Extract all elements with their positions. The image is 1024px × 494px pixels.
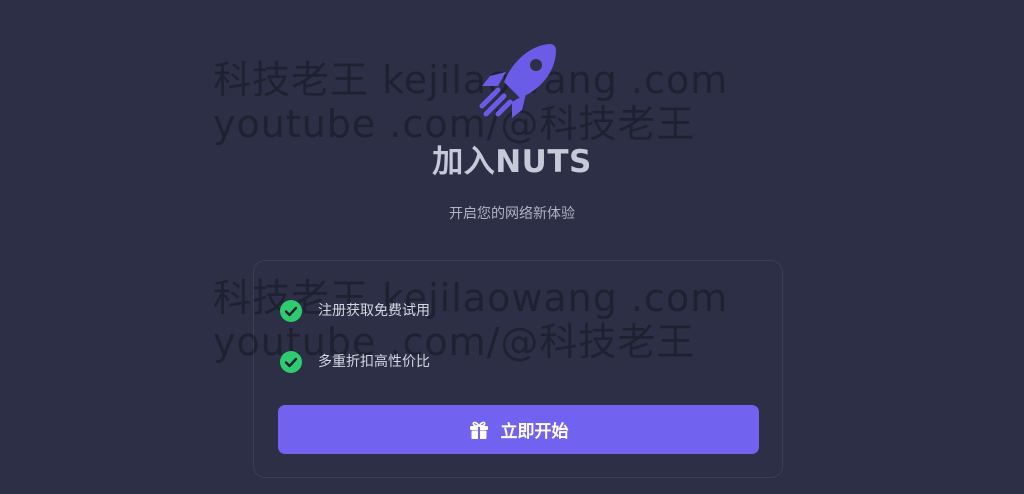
- start-button[interactable]: 立即开始: [278, 405, 759, 454]
- start-button-label: 立即开始: [500, 422, 569, 442]
- check-circle-icon: [280, 300, 302, 322]
- feature-item: 注册获取免费试用: [280, 299, 430, 323]
- page: 科技老王 kejilaowang .com youtube .com/@科技老王…: [0, 0, 1024, 494]
- page-subtitle: 开启您的网络新体验: [449, 206, 575, 222]
- gift-icon: [469, 421, 488, 439]
- rocket-icon: [479, 44, 556, 118]
- watermark: 科技老王 kejilaowang .com youtube .com/@科技老王: [213, 58, 728, 146]
- feature-label: 多重折扣高性价比: [318, 354, 430, 370]
- feature-item: 多重折扣高性价比: [280, 350, 430, 374]
- page-title: 加入NUTS: [432, 144, 592, 180]
- watermark-line-1: 科技老王 kejilaowang .com: [213, 58, 729, 102]
- feature-label: 注册获取免费试用: [318, 303, 430, 319]
- check-circle-icon: [280, 351, 302, 373]
